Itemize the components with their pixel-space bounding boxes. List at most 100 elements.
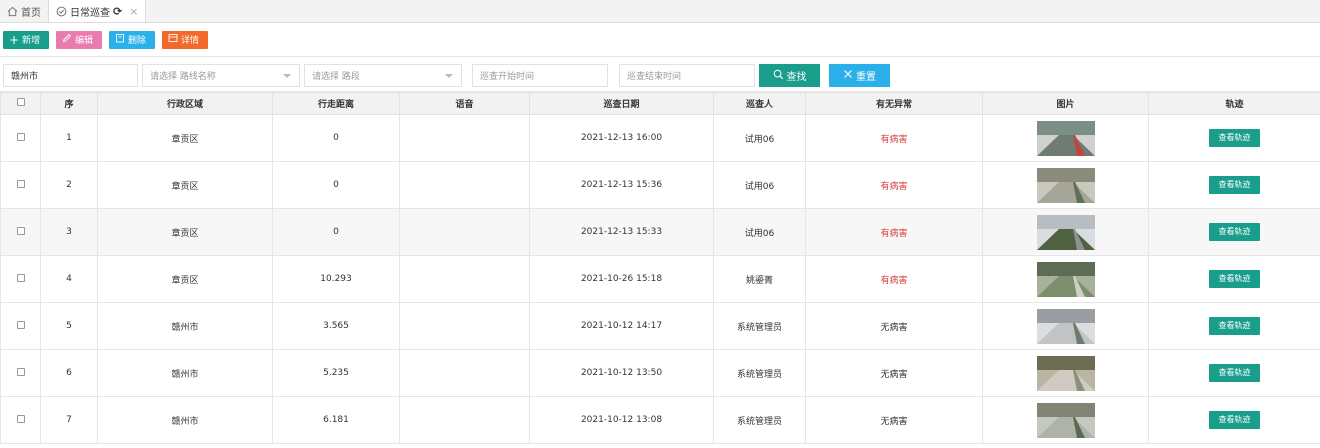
cell-distance: 0 bbox=[272, 161, 400, 209]
table-row[interactable]: 6 赣州市 5.235 2021-10-12 13:50 系统管理员 无病害 查看轨迹 bbox=[0, 349, 1320, 397]
cell-track: 查看轨迹 bbox=[1148, 302, 1320, 350]
check-circle-icon bbox=[56, 6, 67, 17]
cell-track: 查看轨迹 bbox=[1148, 208, 1320, 256]
table-row[interactable]: 1 章贡区 0 2021-12-13 16:00 试用06 有病害 查看轨迹 bbox=[0, 114, 1320, 162]
cell-no: 4 bbox=[40, 255, 98, 303]
road-photo-thumbnail[interactable] bbox=[1036, 261, 1095, 297]
view-track-button[interactable]: 查看轨迹 bbox=[1209, 176, 1260, 194]
tab-home-label: 首页 bbox=[21, 7, 41, 19]
chevron-down-icon bbox=[445, 74, 453, 78]
detail-button-label: 详情 bbox=[181, 36, 200, 46]
refresh-icon[interactable]: ⟳ bbox=[113, 5, 122, 18]
view-track-button[interactable]: 查看轨迹 bbox=[1209, 129, 1260, 147]
search-button[interactable]: 查找 bbox=[759, 64, 820, 87]
cell-date: 2021-10-12 14:17 bbox=[529, 302, 714, 350]
cell-track: 查看轨迹 bbox=[1148, 396, 1320, 444]
cell-date: 2021-10-12 13:08 bbox=[529, 396, 714, 444]
row-checkbox[interactable] bbox=[16, 320, 25, 329]
cell-photo bbox=[982, 114, 1149, 162]
delete-button-label: 删除 bbox=[128, 36, 147, 46]
col-track: 轨迹 bbox=[1148, 92, 1320, 115]
search-button-label: 查找 bbox=[786, 72, 807, 83]
select-all-checkbox[interactable] bbox=[16, 98, 25, 106]
tab-home[interactable]: 首页 bbox=[0, 0, 49, 22]
row-checkbox[interactable] bbox=[16, 367, 25, 376]
row-checkbox[interactable] bbox=[16, 414, 25, 423]
cell-photo bbox=[982, 349, 1149, 397]
cell-photo bbox=[982, 396, 1149, 444]
row-checkbox[interactable] bbox=[16, 132, 25, 141]
toolbar: + 新增 编辑 删除 详情 bbox=[0, 23, 1320, 57]
cell-track: 查看轨迹 bbox=[1148, 161, 1320, 209]
row-checkbox-cell[interactable] bbox=[0, 349, 41, 397]
view-track-button[interactable]: 查看轨迹 bbox=[1209, 223, 1260, 241]
row-checkbox-cell[interactable] bbox=[0, 396, 41, 444]
road-photo-thumbnail[interactable] bbox=[1036, 402, 1095, 438]
route-select-placeholder: 请选择 路线名称 bbox=[150, 72, 216, 82]
cell-distance: 0 bbox=[272, 114, 400, 162]
view-track-button[interactable]: 查看轨迹 bbox=[1209, 411, 1260, 429]
view-track-button[interactable]: 查看轨迹 bbox=[1209, 317, 1260, 335]
table-row[interactable]: 3 章贡区 0 2021-12-13 15:33 试用06 有病害 查看轨迹 bbox=[0, 208, 1320, 256]
row-checkbox-cell[interactable] bbox=[0, 302, 41, 350]
close-icon[interactable]: × bbox=[129, 5, 138, 18]
road-photo-thumbnail[interactable] bbox=[1036, 308, 1095, 344]
cell-date: 2021-10-12 13:50 bbox=[529, 349, 714, 397]
road-photo-thumbnail[interactable] bbox=[1036, 214, 1095, 250]
row-checkbox[interactable] bbox=[16, 273, 25, 282]
cell-inspector: 姚鎏菁 bbox=[713, 255, 806, 303]
cell-date: 2021-12-13 15:36 bbox=[529, 161, 714, 209]
detail-button[interactable]: 详情 bbox=[162, 30, 208, 49]
row-checkbox-cell[interactable] bbox=[0, 208, 41, 256]
cell-voice bbox=[399, 255, 530, 303]
road-photo-thumbnail[interactable] bbox=[1036, 167, 1095, 203]
cell-date: 2021-10-26 15:18 bbox=[529, 255, 714, 303]
start-time-input[interactable]: 巡查开始时间 bbox=[472, 64, 608, 87]
end-time-input[interactable]: 巡查结束时间 bbox=[619, 64, 755, 87]
cell-status: 无病害 bbox=[805, 302, 983, 350]
cell-region: 赣州市 bbox=[97, 302, 273, 350]
row-checkbox-cell[interactable] bbox=[0, 114, 41, 162]
end-time-placeholder: 巡查结束时间 bbox=[627, 72, 682, 82]
view-track-button[interactable]: 查看轨迹 bbox=[1209, 270, 1260, 288]
select-all-checkbox-cell[interactable] bbox=[0, 92, 41, 115]
cell-no: 5 bbox=[40, 302, 98, 350]
cell-track: 查看轨迹 bbox=[1148, 255, 1320, 303]
plus-icon: + bbox=[9, 32, 20, 47]
edit-button[interactable]: 编辑 bbox=[56, 30, 102, 49]
region-select[interactable]: 赣州市 bbox=[3, 64, 138, 87]
section-select[interactable]: 请选择 路段 bbox=[304, 64, 462, 87]
table-row[interactable]: 4 章贡区 10.293 2021-10-26 15:18 姚鎏菁 有病害 查看轨迹 bbox=[0, 255, 1320, 303]
table-row[interactable]: 2 章贡区 0 2021-12-13 15:36 试用06 有病害 查看轨迹 bbox=[0, 161, 1320, 209]
reset-button[interactable]: 重置 bbox=[829, 64, 890, 87]
road-photo-thumbnail[interactable] bbox=[1036, 355, 1095, 391]
row-checkbox[interactable] bbox=[16, 179, 25, 188]
cell-status: 有病害 bbox=[805, 114, 983, 162]
col-date: 巡查日期 bbox=[529, 92, 714, 115]
cell-distance: 3.565 bbox=[272, 302, 400, 350]
cell-region: 章贡区 bbox=[97, 255, 273, 303]
row-checkbox[interactable] bbox=[16, 226, 25, 235]
tab-daily-inspection[interactable]: 日常巡查 ⟳ × bbox=[49, 0, 147, 22]
col-region: 行政区域 bbox=[97, 92, 273, 115]
delete-button[interactable]: 删除 bbox=[109, 30, 155, 49]
table-row[interactable]: 5 赣州市 3.565 2021-10-12 14:17 系统管理员 无病害 查看轨迹 bbox=[0, 302, 1320, 350]
cell-date: 2021-12-13 15:33 bbox=[529, 208, 714, 256]
road-photo-thumbnail[interactable] bbox=[1036, 120, 1095, 156]
route-select[interactable]: 请选择 路线名称 bbox=[142, 64, 300, 87]
col-voice: 语音 bbox=[399, 92, 530, 115]
region-select-value: 赣州市 bbox=[11, 72, 39, 82]
view-track-button[interactable]: 查看轨迹 bbox=[1209, 364, 1260, 382]
cell-region: 赣州市 bbox=[97, 349, 273, 397]
cell-distance: 10.293 bbox=[272, 255, 400, 303]
cell-status: 无病害 bbox=[805, 396, 983, 444]
chevron-down-icon bbox=[283, 74, 291, 78]
cell-voice bbox=[399, 208, 530, 256]
cell-track: 查看轨迹 bbox=[1148, 114, 1320, 162]
add-button-label: 新增 bbox=[22, 36, 41, 46]
row-checkbox-cell[interactable] bbox=[0, 161, 41, 209]
table-row[interactable]: 7 赣州市 6.181 2021-10-12 13:08 系统管理员 无病害 查看轨迹 bbox=[0, 396, 1320, 444]
cell-distance: 5.235 bbox=[272, 349, 400, 397]
add-button[interactable]: + 新增 bbox=[3, 30, 49, 49]
row-checkbox-cell[interactable] bbox=[0, 255, 41, 303]
